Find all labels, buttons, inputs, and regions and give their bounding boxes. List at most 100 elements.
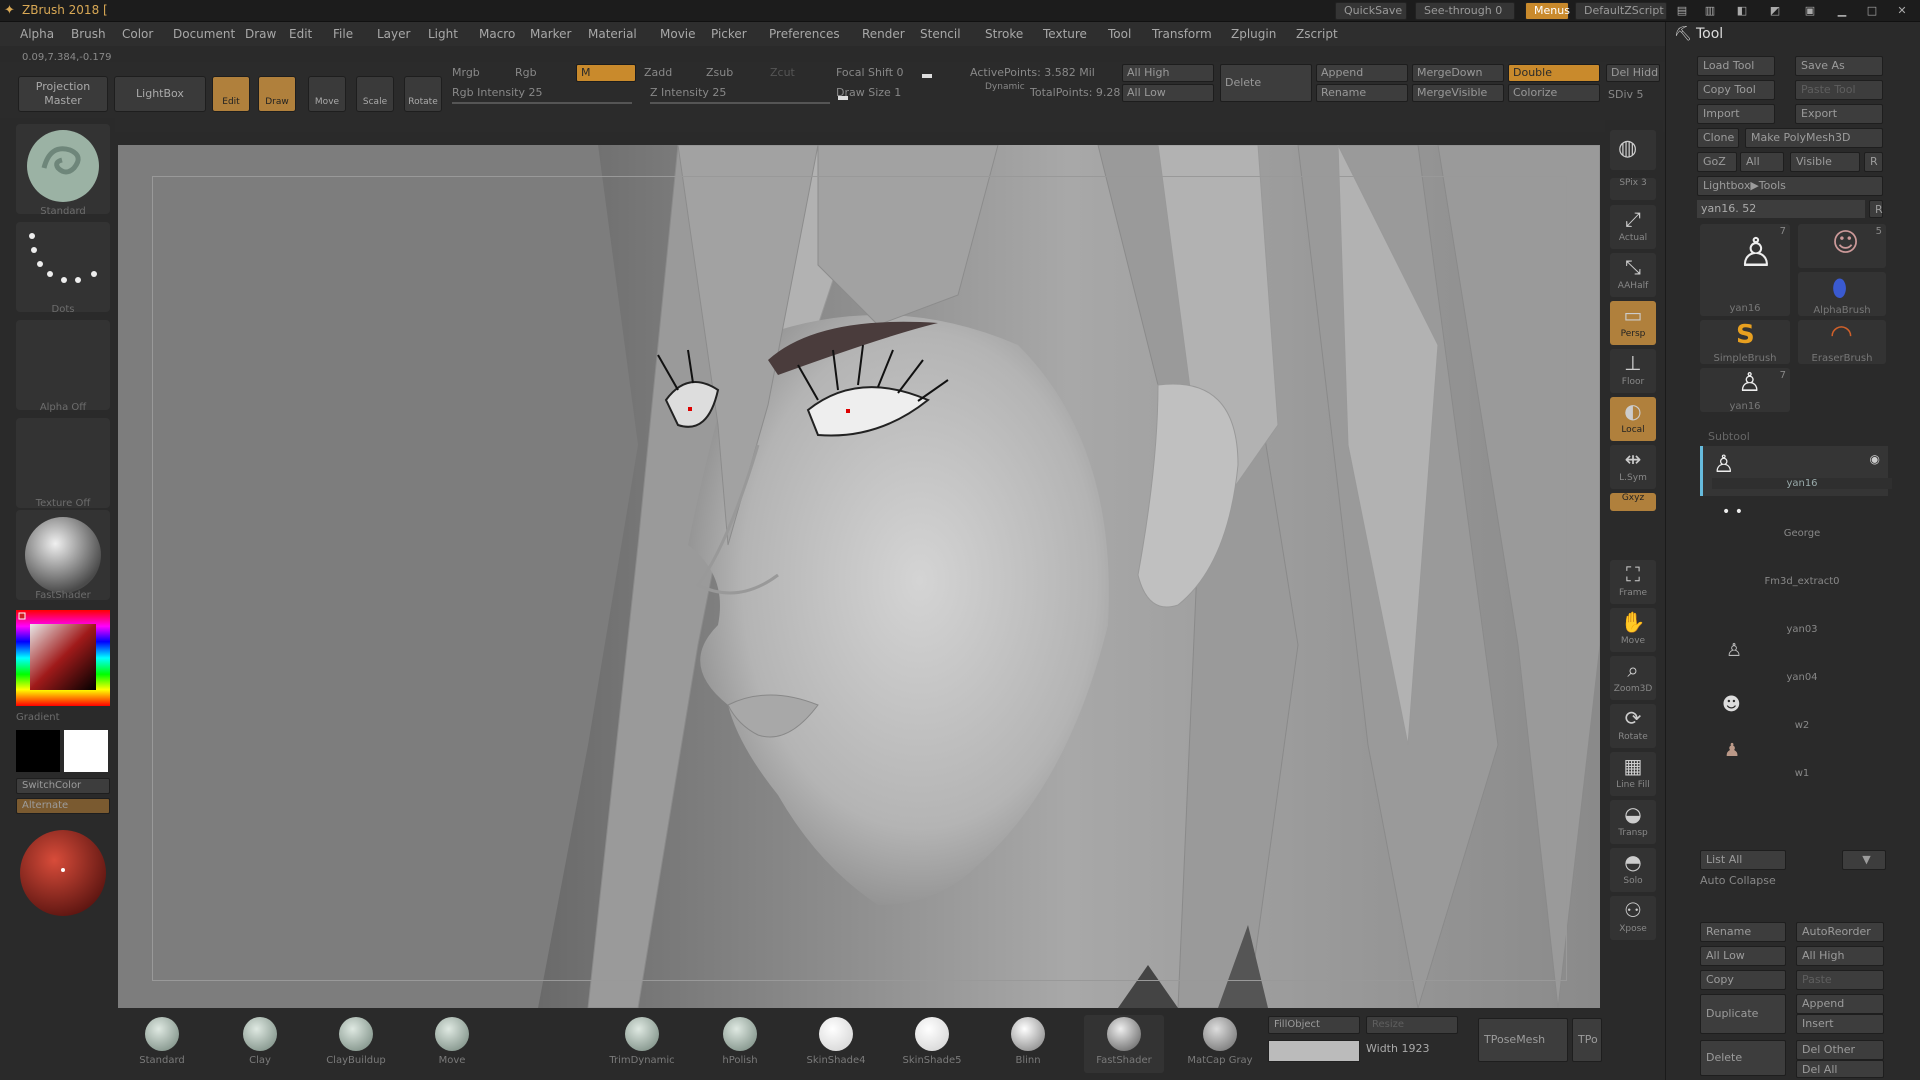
material-skinshade5[interactable]: SkinShade5 bbox=[892, 1015, 972, 1073]
append-button[interactable]: Append bbox=[1316, 64, 1408, 82]
fill-object-button[interactable]: FillObject bbox=[1268, 1016, 1360, 1034]
rotate-mode-button[interactable]: Rotate bbox=[404, 76, 442, 112]
tool-thumb-head[interactable]: ☺ 5 bbox=[1798, 224, 1886, 268]
menu-alpha[interactable]: Alpha bbox=[20, 27, 54, 41]
goz-r-button[interactable]: R bbox=[1864, 152, 1883, 172]
material-fastshader[interactable]: FastShader bbox=[1084, 1015, 1164, 1073]
merge-visible-button[interactable]: MergeVisible bbox=[1412, 84, 1504, 102]
menu-edit[interactable]: Edit bbox=[289, 27, 312, 41]
zoom3d-button[interactable]: ⌕ Zoom3D bbox=[1610, 656, 1656, 700]
document-icon[interactable]: ▣ bbox=[1800, 3, 1820, 19]
menu-transform[interactable]: Transform bbox=[1152, 27, 1212, 41]
menu-movie[interactable]: Movie bbox=[660, 27, 696, 41]
color-picker[interactable] bbox=[16, 610, 110, 706]
maximize-icon[interactable]: □ bbox=[1862, 3, 1882, 19]
delete-button[interactable]: Delete bbox=[1220, 64, 1312, 102]
subtool-label[interactable]: w1 bbox=[1712, 768, 1892, 779]
current-tool-slider[interactable]: yan16. 52 bbox=[1697, 200, 1865, 218]
del-hidden-button[interactable]: Del Hidd bbox=[1606, 64, 1660, 82]
layout-icon[interactable]: ▤ bbox=[1672, 3, 1692, 19]
minimize-icon[interactable]: ▁ bbox=[1832, 3, 1852, 19]
zadd-toggle[interactable]: Zadd bbox=[644, 66, 672, 79]
move-mode-button[interactable]: Move bbox=[308, 76, 346, 112]
alternate-button[interactable]: Alternate bbox=[16, 798, 110, 814]
rename-button[interactable]: Rename bbox=[1316, 84, 1408, 102]
mrgb-toggle[interactable]: Mrgb bbox=[452, 66, 480, 79]
focal-shift-slider[interactable]: Focal Shift 0 bbox=[836, 66, 904, 79]
xpose-button[interactable]: ⚇ Xpose bbox=[1610, 896, 1656, 940]
delete-subtool-button[interactable]: Delete bbox=[1700, 1040, 1786, 1076]
menu-texture[interactable]: Texture bbox=[1043, 27, 1087, 41]
linefill-button[interactable]: ▦ Line Fill bbox=[1610, 752, 1656, 796]
menu-marker[interactable]: Marker bbox=[530, 27, 571, 41]
tool-thumb-eraserbrush[interactable]: ◠ EraserBrush bbox=[1798, 320, 1886, 364]
tool-thumb-alphabrush[interactable]: ⬮ AlphaBrush bbox=[1798, 272, 1886, 316]
alpha-thumbnail[interactable] bbox=[16, 320, 110, 410]
menu-tool[interactable]: Tool bbox=[1108, 27, 1131, 41]
double-button[interactable]: Double bbox=[1508, 64, 1600, 82]
lightbox-button[interactable]: LightBox bbox=[114, 76, 206, 112]
zsub-toggle[interactable]: Zsub bbox=[706, 66, 733, 79]
persp-button[interactable]: ▭ Persp bbox=[1610, 301, 1656, 345]
lightbox-tools-button[interactable]: Lightbox▶Tools bbox=[1697, 176, 1883, 196]
subtool-header[interactable]: Subtool bbox=[1708, 430, 1750, 443]
tool-r-button[interactable]: R bbox=[1869, 200, 1883, 218]
see-through-slider[interactable]: See-through 0 bbox=[1415, 2, 1515, 20]
material-matcap-gray[interactable]: MatCap Gray bbox=[1180, 1015, 1260, 1073]
spix-slider[interactable]: SPix 3 bbox=[1610, 178, 1656, 200]
transp-button[interactable]: ◒ Transp bbox=[1610, 800, 1656, 844]
secondary-color-swatch[interactable] bbox=[64, 730, 108, 772]
export-button[interactable]: Export bbox=[1795, 104, 1883, 124]
duplicate-button[interactable]: Duplicate bbox=[1700, 994, 1786, 1034]
insert-subtool-button[interactable]: Insert bbox=[1796, 1014, 1884, 1034]
menu-material[interactable]: Material bbox=[588, 27, 637, 41]
copy-subtool-button[interactable]: Copy bbox=[1700, 970, 1786, 990]
copy-tool-button[interactable]: Copy Tool bbox=[1697, 80, 1775, 100]
primary-color-swatch[interactable] bbox=[16, 730, 60, 772]
close-icon[interactable]: ✕ bbox=[1892, 3, 1912, 19]
menu-picker[interactable]: Picker bbox=[711, 27, 747, 41]
sdiv-slider[interactable]: SDiv 5 bbox=[1608, 88, 1644, 101]
del-other-button[interactable]: Del Other bbox=[1796, 1040, 1884, 1060]
paste-subtool-button[interactable]: Paste bbox=[1796, 970, 1884, 990]
subtool-label[interactable]: w2 bbox=[1712, 720, 1892, 731]
material-preview[interactable] bbox=[18, 828, 108, 918]
menu-render[interactable]: Render bbox=[862, 27, 905, 41]
subtool-label[interactable]: George bbox=[1712, 528, 1892, 539]
all-low-button[interactable]: All Low bbox=[1122, 84, 1214, 102]
append-subtool-button[interactable]: Append bbox=[1796, 994, 1884, 1014]
focal-shift-knob[interactable] bbox=[922, 74, 932, 78]
material-skinshade4[interactable]: SkinShade4 bbox=[796, 1015, 876, 1073]
brush-clay[interactable]: Clay bbox=[220, 1015, 300, 1073]
eye-icon[interactable]: ◉ bbox=[1870, 452, 1880, 466]
brush-move[interactable]: Move bbox=[412, 1015, 492, 1073]
goz-all-button[interactable]: All bbox=[1740, 152, 1784, 172]
tool-thumb-simplebrush[interactable]: S SimpleBrush bbox=[1700, 320, 1790, 364]
fill-color-swatch[interactable] bbox=[1268, 1040, 1360, 1062]
draw-size-knob[interactable] bbox=[838, 96, 848, 100]
local-button[interactable]: ◐ Local bbox=[1610, 397, 1656, 441]
colorize-button[interactable]: Colorize bbox=[1508, 84, 1600, 102]
lsym-button[interactable]: ⇹ L.Sym bbox=[1610, 445, 1656, 489]
goz-button[interactable]: GoZ bbox=[1697, 152, 1737, 172]
rgb-intensity-slider[interactable]: Rgb Intensity 25 bbox=[452, 86, 542, 99]
gxyz-button[interactable]: Gxyz bbox=[1610, 493, 1656, 511]
m-toggle[interactable]: M bbox=[576, 64, 636, 82]
scale-mode-button[interactable]: Scale bbox=[356, 76, 394, 112]
z-intensity-track[interactable] bbox=[650, 102, 830, 104]
material-thumbnail[interactable] bbox=[16, 510, 110, 600]
clone-button[interactable]: Clone bbox=[1697, 128, 1739, 148]
projection-master-button[interactable]: Projection Master bbox=[18, 76, 108, 112]
auto-collapse-toggle[interactable]: Auto Collapse bbox=[1700, 874, 1776, 887]
arrow-down-icon[interactable]: ▼ bbox=[1842, 850, 1886, 870]
document-width-slider[interactable]: Width 1923 bbox=[1366, 1042, 1458, 1055]
toggle-icon[interactable]: ◧ bbox=[1732, 3, 1752, 19]
subtool-all-low-button[interactable]: All Low bbox=[1700, 946, 1786, 966]
dynamic-toggle[interactable]: Dynamic bbox=[985, 82, 1025, 92]
menus-button[interactable]: Menus bbox=[1525, 2, 1570, 20]
solo-button[interactable]: ◓ Solo bbox=[1610, 848, 1656, 892]
brush-claybuildup[interactable]: ClayBuildup bbox=[316, 1015, 396, 1073]
menu-brush[interactable]: Brush bbox=[71, 27, 106, 41]
actual-button[interactable]: ⤢ Actual bbox=[1610, 205, 1656, 249]
zcut-toggle[interactable]: Zcut bbox=[770, 66, 795, 79]
